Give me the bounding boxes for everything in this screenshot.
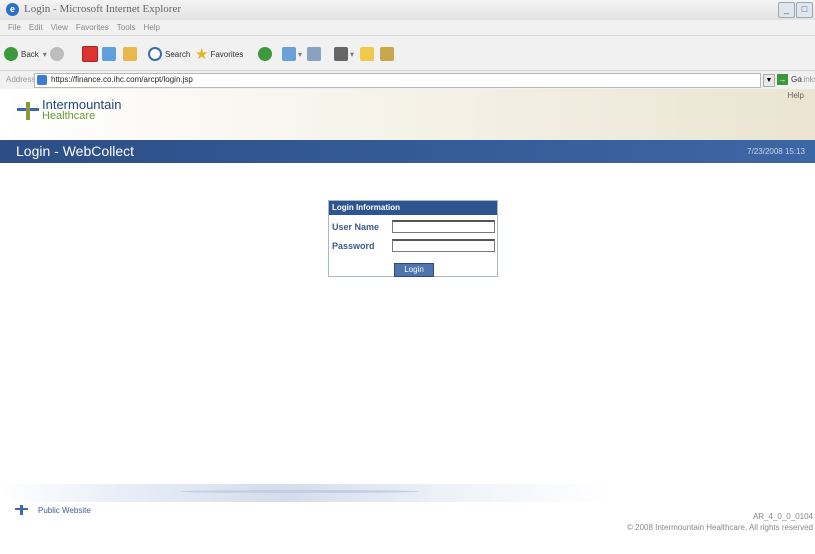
password-label: Password	[332, 241, 375, 251]
password-row: Password	[332, 239, 495, 252]
stop-button[interactable]	[82, 46, 98, 62]
username-label: User Name	[332, 222, 380, 232]
menu-tools[interactable]: Tools	[117, 20, 136, 35]
go-button[interactable]: → Go	[777, 74, 802, 85]
address-url: https://finance.co.ihc.com/arcpt/login.j…	[51, 75, 193, 84]
page-title: Login - WebCollect	[16, 143, 135, 159]
company-logo: Intermountain Healthcare	[17, 98, 122, 122]
menu-edit[interactable]: Edit	[29, 20, 43, 35]
login-panel: Login Information User Name Password Log…	[328, 200, 498, 277]
menu-view[interactable]: View	[51, 20, 68, 35]
messenger-button[interactable]	[380, 46, 394, 62]
help-link[interactable]: Help	[788, 91, 804, 100]
window-title: Login - Microsoft Internet Explorer	[24, 3, 182, 15]
address-bar: Address https://finance.co.ihc.com/arcpt…	[0, 71, 815, 90]
home-icon	[123, 47, 137, 61]
search-icon	[148, 47, 162, 61]
ie-logo-icon: e	[6, 3, 19, 16]
favorites-label: Favorites	[210, 49, 244, 59]
folder-button[interactable]	[360, 46, 374, 62]
edit-button[interactable]: ▾	[334, 46, 354, 62]
back-arrow-icon	[4, 47, 18, 61]
edit-icon	[334, 47, 348, 61]
refresh-icon	[102, 47, 116, 61]
folder-icon	[360, 47, 374, 61]
title-banner: Login - WebCollect 7/23/2008 15:13	[0, 140, 815, 163]
search-label: Search	[165, 49, 191, 59]
back-button[interactable]: Back ▾	[4, 46, 47, 62]
star-icon: ★	[195, 46, 209, 63]
username-input[interactable]	[392, 220, 495, 233]
address-dropdown-icon[interactable]: ▼	[763, 74, 775, 87]
logo-line2: Healthcare	[42, 110, 96, 122]
login-panel-title: Login Information	[329, 201, 497, 215]
password-input[interactable]	[392, 239, 495, 252]
version-text: AR_4_0_0_0104	[752, 512, 813, 521]
mail-button[interactable]: ▾	[282, 46, 302, 62]
menu-file[interactable]: File	[8, 20, 21, 35]
public-website-link[interactable]: Public Website	[38, 506, 91, 515]
browser-toolbar: Back ▾ Search ★ Favorites ▾ ▾	[0, 36, 815, 71]
menu-favorites[interactable]: Favorites	[76, 20, 109, 35]
dropdown-arrow-icon: ▾	[298, 49, 303, 59]
back-label: Back	[21, 49, 39, 59]
stop-icon	[82, 46, 98, 62]
mail-icon	[282, 47, 296, 61]
refresh-button[interactable]	[102, 46, 116, 62]
username-row: User Name	[332, 220, 495, 233]
messenger-icon	[380, 47, 394, 61]
favorites-button[interactable]: ★ Favorites	[195, 46, 244, 63]
copyright-text: © 2008 Intermountain Healthcare, All rig…	[627, 523, 813, 532]
page-footer: Public Website AR_4_0_0_0104 © 2008 Inte…	[0, 502, 815, 554]
go-arrow-icon: →	[777, 74, 788, 85]
address-input[interactable]: https://finance.co.ihc.com/arcpt/login.j…	[34, 73, 761, 88]
forward-button[interactable]	[50, 46, 64, 62]
dropdown-arrow-icon: ▾	[42, 49, 47, 59]
page-icon	[37, 75, 47, 85]
dropdown-arrow-icon: ▾	[350, 49, 355, 59]
search-button[interactable]: Search	[148, 46, 190, 62]
footer-decoration	[0, 484, 815, 502]
minimize-button[interactable]: _	[778, 2, 795, 18]
menu-bar: File Edit View Favorites Tools Help	[0, 20, 815, 36]
print-button[interactable]	[307, 46, 321, 62]
public-website: Public Website	[15, 505, 91, 515]
home-button[interactable]	[123, 46, 137, 62]
menu-help[interactable]: Help	[143, 20, 159, 35]
intermountain-small-logo-icon	[15, 505, 28, 515]
window-titlebar: e Login - Microsoft Internet Explorer _ …	[0, 0, 815, 21]
history-icon	[258, 47, 272, 61]
intermountain-logo-icon	[17, 101, 39, 120]
history-button[interactable]	[258, 46, 272, 62]
address-label: Address	[6, 75, 36, 84]
login-button[interactable]: Login	[394, 263, 434, 277]
links-button[interactable]: Links	[799, 75, 815, 84]
page-header: Intermountain Healthcare Help	[0, 89, 815, 140]
print-icon	[307, 47, 321, 61]
datetime: 7/23/2008 15:13	[747, 147, 805, 156]
forward-arrow-icon	[50, 47, 64, 61]
maximize-button[interactable]: □	[796, 2, 813, 18]
